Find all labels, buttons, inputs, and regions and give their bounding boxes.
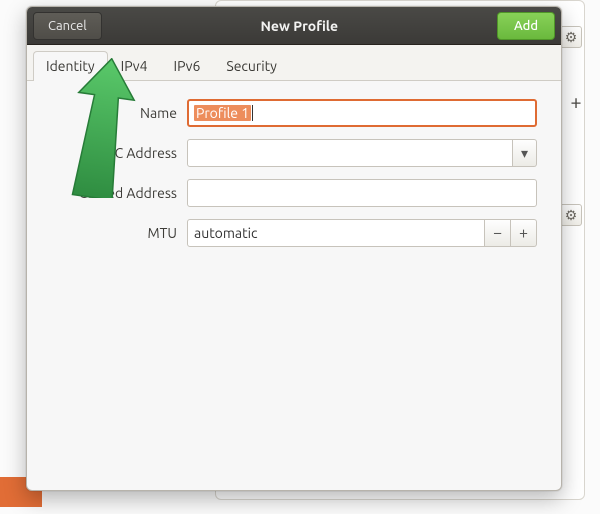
tab-ipv6[interactable]: IPv6 xyxy=(161,51,214,81)
gear-icon-glyph: ⚙ xyxy=(565,29,578,46)
cancel-button[interactable]: Cancel xyxy=(33,12,102,40)
tab-ipv4[interactable]: IPv4 xyxy=(108,51,161,81)
mac-input[interactable] xyxy=(187,139,513,167)
mtu-input[interactable]: automatic xyxy=(187,219,485,247)
chevron-down-icon: ▾ xyxy=(521,145,528,162)
tab-bar: Identity IPv4 IPv6 Security xyxy=(27,45,561,81)
row-cloned: Cloned Address xyxy=(51,179,537,207)
cloned-label: Cloned Address xyxy=(51,185,187,201)
mac-combo: ▾ xyxy=(187,139,537,167)
mac-dropdown-button[interactable]: ▾ xyxy=(513,139,537,167)
name-label: Name xyxy=(51,105,187,121)
row-mtu: MTU automatic − + xyxy=(51,219,537,247)
mtu-increment-button[interactable]: + xyxy=(511,219,537,247)
row-mac: MAC Address ▾ xyxy=(51,139,537,167)
row-name: Name Profile 1 xyxy=(51,99,537,127)
tab-security[interactable]: Security xyxy=(213,51,290,81)
dialog-title: New Profile xyxy=(102,18,497,34)
tab-identity[interactable]: Identity xyxy=(33,51,108,81)
mac-label: MAC Address xyxy=(51,145,187,161)
gear-icon-glyph: ⚙ xyxy=(565,207,578,224)
new-profile-dialog: Cancel New Profile Add Identity IPv4 IPv… xyxy=(26,6,562,491)
gear-icon[interactable]: ⚙ xyxy=(560,204,582,226)
dialog-titlebar: Cancel New Profile Add xyxy=(27,7,561,45)
plus-icon[interactable]: + xyxy=(567,94,585,112)
cloned-input[interactable] xyxy=(187,179,537,207)
mtu-spin: automatic − + xyxy=(187,219,537,247)
gear-icon[interactable]: ⚙ xyxy=(560,26,582,48)
name-input-selection: Profile 1 xyxy=(194,105,251,121)
add-button[interactable]: Add xyxy=(497,12,555,40)
name-input[interactable]: Profile 1 xyxy=(187,99,537,127)
mtu-label: MTU xyxy=(51,225,187,241)
identity-form: Name Profile 1 MAC Address ▾ Cloned Addr… xyxy=(27,81,561,247)
mtu-decrement-button[interactable]: − xyxy=(485,219,511,247)
text-caret xyxy=(252,105,253,121)
